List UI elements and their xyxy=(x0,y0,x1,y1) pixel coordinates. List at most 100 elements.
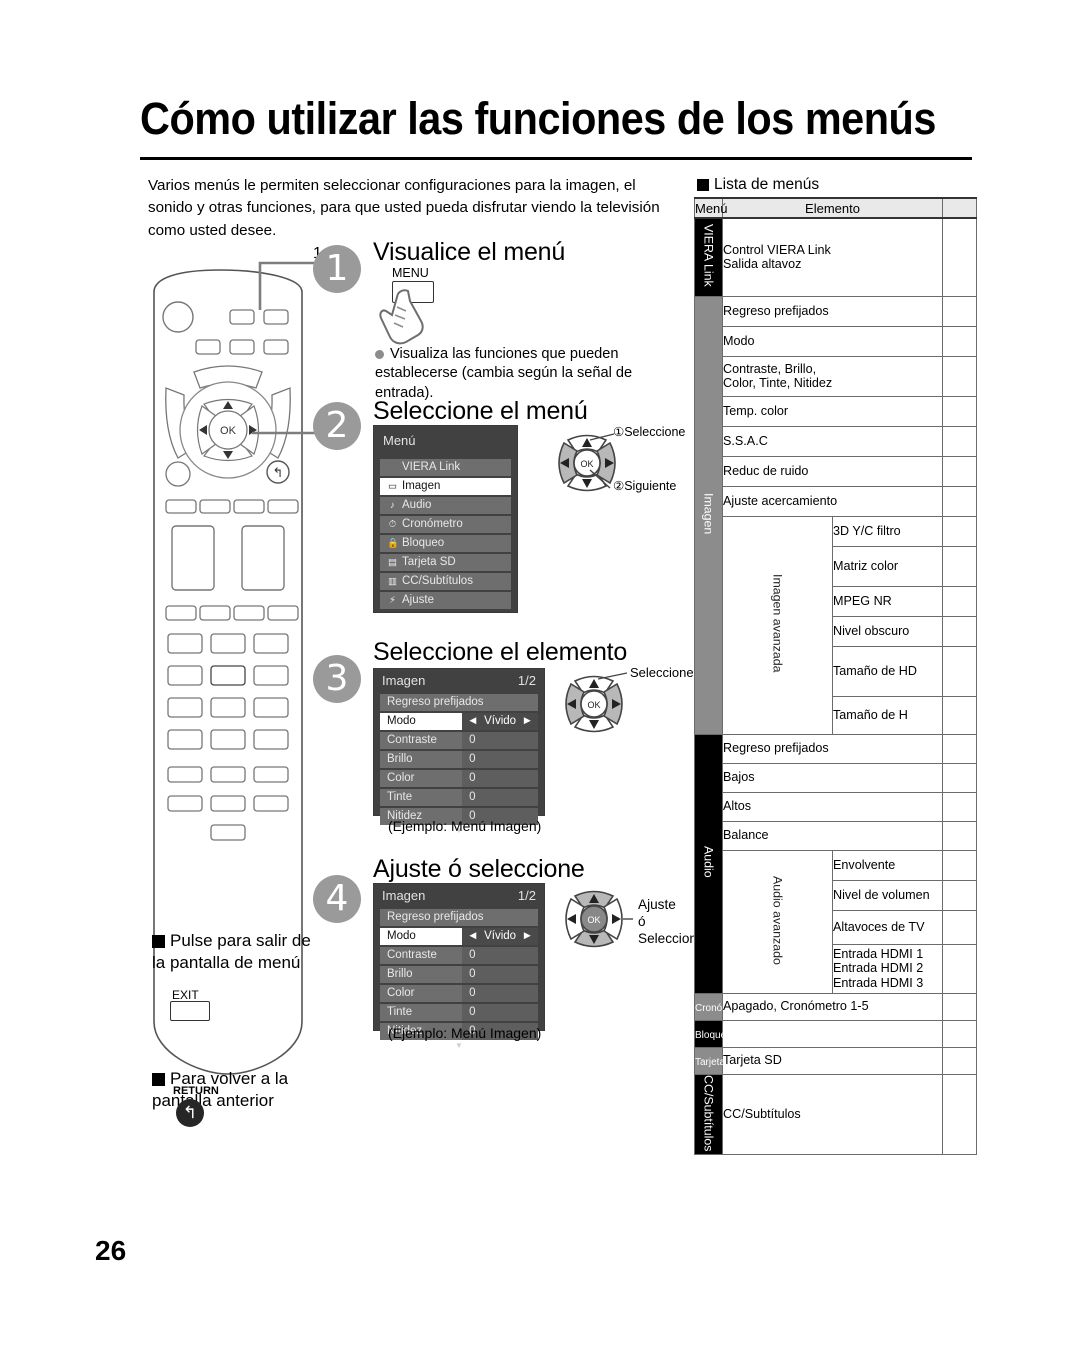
imagen3-row-label: Regreso prefijados xyxy=(380,694,538,711)
table-row: Balance xyxy=(695,820,977,851)
element-text: Balance xyxy=(723,828,769,843)
step-1-note-text: Visualiza las funciones que pueden estab… xyxy=(375,346,633,401)
arrow-left-icon[interactable]: ◄ xyxy=(467,928,478,945)
arrow-left-icon[interactable]: ◄ xyxy=(467,713,478,730)
element-text: 3D Y/C filtro xyxy=(833,523,901,538)
value-blank-cell xyxy=(942,485,977,517)
element-cell: Control VIERA Link Salida altavoz xyxy=(722,217,943,297)
title-underline xyxy=(140,157,972,160)
svg-text:OK: OK xyxy=(220,425,237,437)
intro-paragraph: Varios menús le permiten seleccionar con… xyxy=(148,177,660,239)
table-row: VIERA Link Control VIERA Link Salida altav… xyxy=(694,217,977,297)
imagen3-row-3[interactable]: Brillo 0 xyxy=(380,751,538,768)
element-cell: Tamaño de HD xyxy=(832,645,943,697)
category-cell-5: Tarjeta SD xyxy=(694,1046,742,1075)
value-blank-cell xyxy=(942,645,977,697)
step2-callout-1: ①Seleccione xyxy=(613,424,685,439)
imagen4-row-value: 0 xyxy=(462,985,538,1002)
subcategory-label: Audio avanzado xyxy=(770,875,785,965)
imagen-page-indicator-3: 1/2 xyxy=(517,673,536,688)
value-blank-cell xyxy=(942,295,977,327)
step3-callout: Seleccione xyxy=(630,665,694,680)
imagen3-row-4[interactable]: Color 0 xyxy=(380,770,538,787)
imagen4-row-label: Tinte xyxy=(380,1004,463,1021)
step-2-badge: 2 xyxy=(313,402,361,450)
exit-note: Pulse para salir de la pantalla de menú xyxy=(152,930,322,973)
step-4-badge: 4 xyxy=(313,875,361,923)
imagen4-row-0[interactable]: Regreso prefijados xyxy=(380,909,538,926)
value-text: Vívido xyxy=(484,930,517,942)
menu-item-label: Audio xyxy=(402,499,432,511)
value-blank-cell xyxy=(942,849,977,881)
element-cell: Envolvente xyxy=(832,849,943,881)
imagen-title-3: Imagen xyxy=(382,673,426,688)
element-cell: Modo xyxy=(722,325,943,357)
tv-menu-title-bar: Menú xyxy=(374,426,517,457)
step-3-title: Seleccione el elemento xyxy=(373,638,628,666)
tv-menu-item-7[interactable]: ⚡ Ajuste xyxy=(380,592,511,609)
imagen3-row-2[interactable]: Contraste 0 xyxy=(380,732,538,749)
tv-menu-item-4[interactable]: 🔒 Bloqueo xyxy=(380,535,511,552)
remote-control-illustration: OK ↰ xyxy=(138,262,338,1102)
callout-1-number: ① xyxy=(613,425,625,439)
pointing-hand-icon xyxy=(379,289,424,345)
tv-menu-item-5[interactable]: ▤ Tarjeta SD xyxy=(380,554,511,571)
tv-menu-item-6[interactable]: ▥ CC/Subtítulos xyxy=(380,573,511,590)
menu-list-heading: Lista de menús xyxy=(697,176,819,194)
menu-item-icon: ▤ xyxy=(388,557,397,568)
value-blank-cell xyxy=(942,217,977,297)
table-row: Cronómetro Apagado, Cronómetro 1-5 xyxy=(694,992,977,1021)
tv-menu-item-1[interactable]: ▭ Imagen xyxy=(380,478,511,495)
element-cell: Contraste, Brillo, Color, Tinte, Nitidez xyxy=(722,355,943,397)
value-blank-cell xyxy=(942,992,977,1021)
imagen4-row-value: 0 xyxy=(462,947,538,964)
category-cell-4: Bloqueo xyxy=(694,1019,732,1048)
category-cell-6: CC/Subtítulos xyxy=(694,1073,723,1155)
step-2-title: Seleccione el menú xyxy=(373,397,588,425)
arrow-right-icon[interactable]: ► xyxy=(522,713,533,730)
step-4-title: Ajuste ó seleccione xyxy=(373,855,585,883)
imagen3-row-value: 0 xyxy=(462,732,538,749)
table-row: Modo xyxy=(695,325,977,357)
element-text: Tamaño de H xyxy=(833,707,908,722)
imagen4-row-5[interactable]: Tinte 0 xyxy=(380,1004,538,1021)
exit-button-key[interactable] xyxy=(170,1001,210,1021)
table-row: Audio Regreso prefijados xyxy=(694,733,977,994)
element-cell: Matriz color xyxy=(832,545,943,587)
menu-item-label: Imagen xyxy=(402,480,441,492)
arrow-right-icon[interactable]: ► xyxy=(522,928,533,945)
table-row: Reduc de ruido xyxy=(695,455,977,487)
table-row: Temp. color xyxy=(695,395,977,427)
imagen3-row-1[interactable]: Modo ◄ Vívido ► xyxy=(380,713,538,730)
value-blank-cell xyxy=(942,515,977,547)
return-button-icon[interactable]: ↰ xyxy=(176,1099,204,1127)
imagen3-row-5[interactable]: Tinte 0 xyxy=(380,789,538,806)
svg-text:OK: OK xyxy=(587,915,600,925)
callout-2-number: ② xyxy=(613,479,625,493)
bullet-square-icon xyxy=(697,178,709,191)
element-text: Regreso prefijados xyxy=(723,741,829,756)
tv-menu-item-3[interactable]: ⏱ Cronómetro xyxy=(380,516,511,533)
element-cell: CC/Subtítulos xyxy=(722,1073,943,1155)
table-body: VIERA Link Control VIERA Link Salida altav… xyxy=(694,217,977,1155)
imagen4-row-4[interactable]: Color 0 xyxy=(380,985,538,1002)
table-row: Tarjeta SD Tarjeta SD xyxy=(694,1046,977,1075)
tv-menu-item-2[interactable]: ♪ Audio xyxy=(380,497,511,514)
step-1-note: Visualiza las funciones que pueden estab… xyxy=(375,345,675,403)
tv-menu-item-0[interactable]: VIERA Link xyxy=(380,459,511,476)
imagen3-row-0[interactable]: Regreso prefijados xyxy=(380,694,538,711)
imagen4-row-value: 0 xyxy=(462,966,538,983)
imagen4-row-2[interactable]: Contraste 0 xyxy=(380,947,538,964)
element-text: Salida altavoz xyxy=(723,257,802,272)
tv-menu-item-list: VIERA Link ▭ Imagen ♪ Audio ⏱ Cronómetro 🔒 Bloqu… xyxy=(374,459,517,609)
imagen3-row-label: Modo xyxy=(380,713,463,730)
imagen3-row-value: 0 xyxy=(462,770,538,787)
element-cell: Regreso prefijados xyxy=(722,733,943,764)
callout-2-text: Siguiente xyxy=(624,479,677,493)
imagen4-row-1[interactable]: Modo ◄ Vívido ► xyxy=(380,928,538,945)
imagen4-row-3[interactable]: Brillo 0 xyxy=(380,966,538,983)
value-blank-cell xyxy=(942,791,977,822)
svg-text:OK: OK xyxy=(587,700,600,710)
element-text: Tamaño de HD xyxy=(833,663,917,678)
imagen-rows-4: Regreso prefijados Modo ◄ Vívido ► Contraste 0… xyxy=(374,909,544,1040)
